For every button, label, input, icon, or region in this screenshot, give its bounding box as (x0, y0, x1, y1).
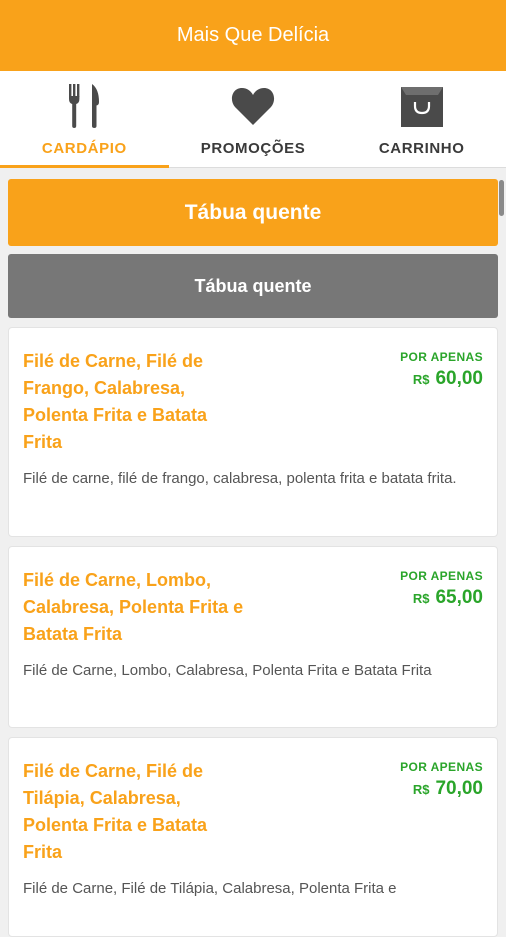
item-name: Filé de Carne, Filé de Frango, Calabresa… (23, 351, 208, 452)
price-label: POR APENAS (400, 569, 483, 583)
item-description: Filé de Carne, Lombo, Calabresa, Polenta… (23, 662, 432, 679)
price-label: POR APENAS (400, 760, 483, 774)
menu-item-card[interactable]: Filé de Carne, Lombo, Calabresa, Polenta… (8, 546, 498, 728)
scrollbar-thumb[interactable] (499, 180, 504, 216)
item-name: Filé de Carne, Lombo, Calabresa, Polenta… (23, 570, 244, 644)
item-name: Filé de Carne, Filé de Tilápia, Calabres… (23, 761, 208, 862)
price-label: POR APENAS (400, 350, 483, 364)
item-price: POR APENAS R$ 70,00 (400, 758, 483, 866)
price-value: 65,00 (435, 587, 483, 608)
item-description: Filé de Carne, Filé de Tilápia, Calabres… (23, 880, 397, 897)
category-button[interactable]: Tábua quente (8, 179, 498, 246)
tab-promocoes[interactable]: PROMOÇÕES (169, 71, 338, 167)
subcategory-header[interactable]: Tábua quente (8, 254, 498, 318)
menu-item-card[interactable]: Filé de Carne, Filé de Tilápia, Calabres… (8, 737, 498, 937)
tab-carrinho[interactable]: CARRINHO (337, 71, 506, 167)
fork-knife-icon (67, 84, 101, 128)
heart-icon (231, 85, 275, 127)
item-price: POR APENAS R$ 60,00 (400, 348, 483, 456)
currency: R$ (412, 591, 430, 606)
tab-bar: CARDÁPIO PROMOÇÕES CARRINHO (0, 71, 506, 168)
tab-cardapio[interactable]: CARDÁPIO (0, 71, 169, 167)
currency: R$ (412, 782, 430, 797)
menu-item-card[interactable]: Filé de Carne, Filé de Frango, Calabresa… (8, 327, 498, 537)
currency: R$ (412, 372, 430, 387)
tab-label: CARDÁPIO (41, 140, 127, 157)
tab-label: PROMOÇÕES (200, 140, 306, 157)
app-title: Mais Que Delícia (176, 24, 330, 46)
app-header: Mais Que Delícia (0, 0, 506, 71)
tab-label: CARRINHO (378, 140, 465, 157)
shopping-bag-icon (400, 85, 444, 127)
item-description: Filé de carne, filé de frango, calabresa… (23, 470, 457, 487)
price-value: 60,00 (435, 368, 483, 389)
menu-content[interactable]: Tábua quente Tábua quente Filé de Carne,… (0, 168, 506, 937)
item-price: POR APENAS R$ 65,00 (400, 567, 483, 648)
price-value: 70,00 (435, 778, 483, 799)
